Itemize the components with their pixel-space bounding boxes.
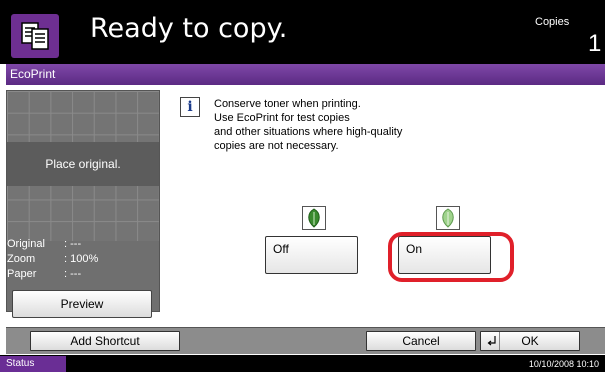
cancel-button[interactable]: Cancel: [366, 331, 476, 351]
leaf-dark-icon: [302, 206, 326, 230]
status-button[interactable]: Status: [0, 356, 66, 372]
selection-highlight: [388, 232, 514, 282]
place-original-text: Place original.: [7, 142, 159, 186]
message-line: and other situations where high-quality: [214, 126, 403, 138]
enter-arrow-icon: [484, 332, 500, 350]
status-bar: Status 10/10/2008 10:10: [0, 355, 605, 372]
preview-button[interactable]: Preview: [12, 290, 152, 318]
ecoprint-off-button[interactable]: Off: [265, 236, 358, 274]
zoom-info-row: Zoom : 100%: [7, 253, 159, 267]
leaf-light-icon: [436, 206, 460, 230]
header-bar: Ready to copy. Copies 1: [0, 0, 605, 64]
page-title: Ready to copy.: [90, 13, 288, 44]
message-line: Use EcoPrint for test copies: [214, 112, 350, 124]
info-icon: i: [180, 97, 200, 117]
add-shortcut-button[interactable]: Add Shortcut: [30, 331, 180, 351]
original-value: : ---: [64, 238, 82, 250]
screen-title-bar: EcoPrint: [6, 64, 605, 85]
preview-panel: Place original. Original : --- Zoom : 10…: [6, 90, 160, 318]
copy-document-icon: [11, 14, 59, 58]
main-panel: Place original. Original : --- Zoom : 10…: [6, 85, 605, 354]
ecoprint-description: Conserve toner when printing. Use EcoPri…: [214, 97, 402, 153]
date-time: 10/10/2008 10:10: [528, 359, 599, 369]
zoom-label: Zoom: [7, 253, 36, 265]
ok-button[interactable]: OK: [480, 331, 580, 351]
ok-label: OK: [521, 334, 539, 348]
paper-value: : ---: [64, 268, 82, 280]
paper-info-row: Paper : ---: [7, 268, 159, 282]
paper-label: Paper: [7, 268, 37, 280]
bottom-action-bar: Add Shortcut Cancel OK: [6, 327, 605, 354]
message-line: copies are not necessary.: [214, 140, 339, 152]
copies-count: 1: [588, 30, 602, 57]
original-label: Original: [7, 238, 45, 250]
zoom-value: : 100%: [64, 253, 99, 265]
copies-label: Copies: [535, 16, 570, 28]
message-line: Conserve toner when printing.: [214, 98, 361, 110]
original-info-row: Original : ---: [7, 238, 159, 252]
